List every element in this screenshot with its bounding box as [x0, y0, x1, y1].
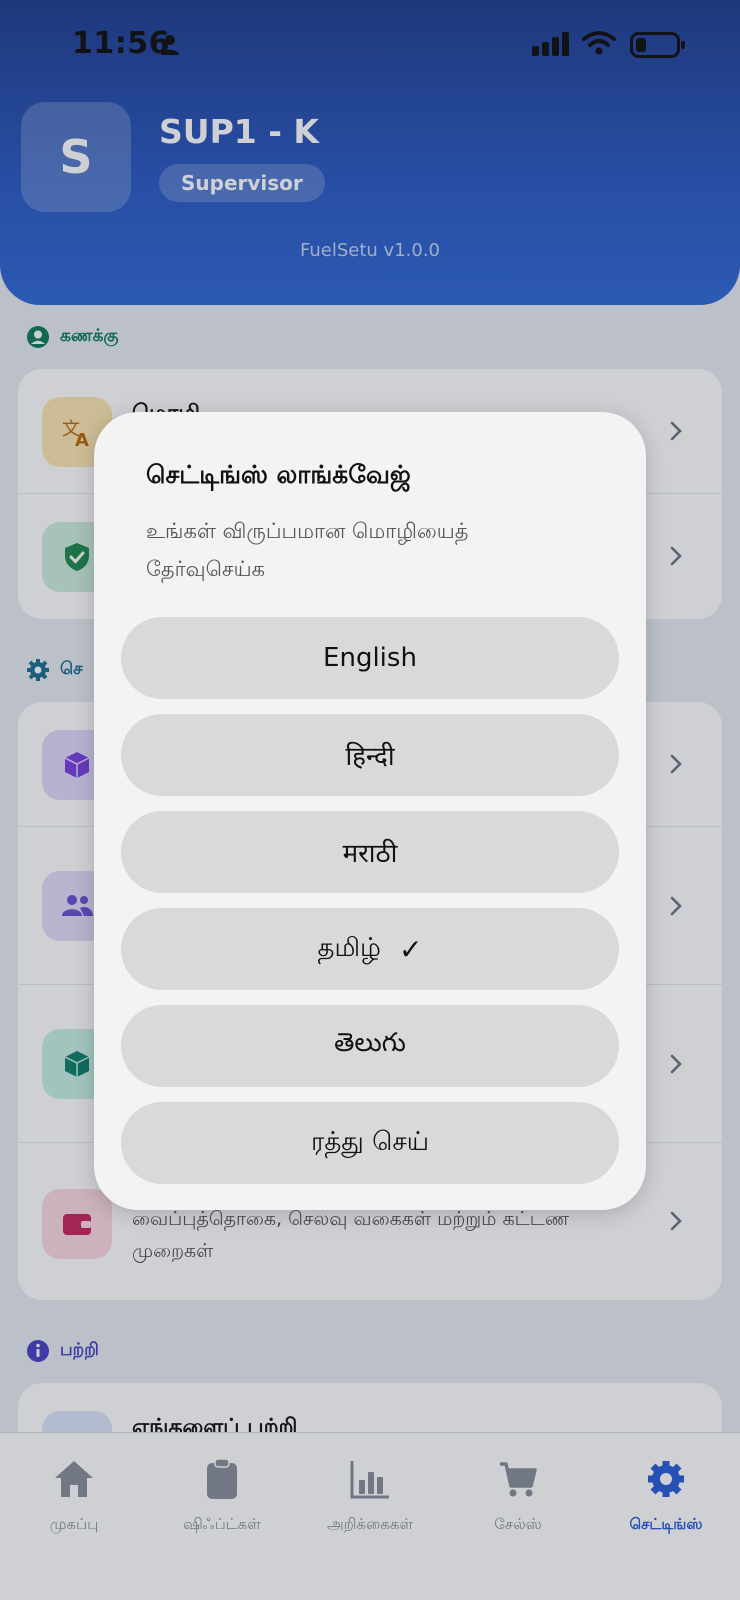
cancel-button-label: ரத்து செய் — [310, 1126, 430, 1157]
language-option-telugu[interactable]: తెలుగు — [121, 1005, 619, 1087]
language-option-hindi[interactable]: हिन्दी — [121, 714, 619, 796]
language-option-label: मराठी — [342, 839, 398, 869]
language-option-english[interactable]: English — [121, 617, 619, 699]
language-option-tamil[interactable]: தமிழ் ✓ — [121, 908, 619, 990]
language-option-label: తెలుగు — [334, 1028, 406, 1058]
checkmark-icon: ✓ — [398, 932, 423, 966]
dialog-subtitle: உங்கள் விருப்பமான மொழியைத் தேர்வுசெய்க — [146, 519, 469, 581]
language-dialog: செட்டிங்ஸ் லாங்க்வேஜ் உங்கள் விருப்பமான … — [94, 412, 646, 1210]
language-option-label: हिन्दी — [345, 742, 395, 772]
dialog-title: செட்டிங்ஸ் லாங்க்வேஜ் — [146, 460, 411, 489]
language-option-label: English — [323, 643, 417, 673]
language-option-marathi[interactable]: मराठी — [121, 811, 619, 893]
language-option-label: தமிழ் — [317, 932, 381, 963]
cancel-button[interactable]: ரத்து செய் — [121, 1102, 619, 1184]
